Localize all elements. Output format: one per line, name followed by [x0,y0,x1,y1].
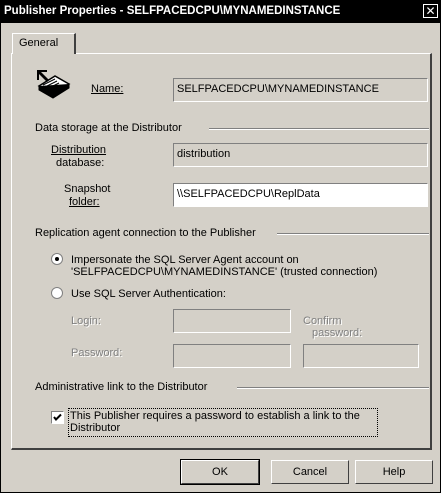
cancel-button[interactable]: Cancel [271,460,349,484]
replication-group-label: Replication agent connection to the Publ… [35,227,256,239]
name-label: Name: [91,83,124,95]
data-storage-group-label: Data storage at the Distributor [35,122,182,134]
confirm-password-input[interactable] [303,344,419,368]
distribution-db-label-2: database: [56,157,105,169]
radio-selected-dot [55,257,59,261]
close-button[interactable]: ✕ [423,4,438,18]
publisher-properties-dialog: Publisher Properties - SELFPACEDCPU\MYNA… [0,0,441,493]
admin-link-divider [237,387,429,389]
impersonate-label-1: Impersonate the SQL Server Agent account… [71,254,299,266]
distribution-db-value: distribution [177,148,231,160]
impersonate-radio[interactable] [51,253,63,265]
password-input[interactable] [173,344,291,368]
login-input[interactable] [173,309,291,333]
publisher-name-value: SELFPACEDCPU\MYNAMEDINSTANCE [177,83,379,95]
tab-general-label: General [19,37,59,49]
publisher-name-field: SELFPACEDCPU\MYNAMEDINSTANCE [173,78,428,102]
snapshot-folder-input[interactable]: \\SELFPACEDCPU\ReplData [173,183,428,207]
admin-link-group-label: Administrative link to the Distributor [35,381,208,393]
confirm-password-label-2: password: [312,327,363,339]
impersonate-label-2: 'SELFPACEDCPU\MYNAMEDINSTANCE' (trusted … [71,266,378,278]
snapshot-folder-value: \\SELFPACEDCPU\ReplData [177,188,320,200]
sql-auth-radio[interactable] [51,287,63,299]
require-password-checkbox[interactable] [51,411,64,424]
snapshot-folder-label-1: Snapshot [64,183,111,195]
distribution-db-label-1: Distribution [51,144,107,156]
snapshot-folder-label-2: folder: [69,196,100,208]
sql-auth-label: Use SQL Server Authentication: [71,288,226,300]
publisher-book-icon [37,70,71,99]
distribution-db-field: distribution [173,143,428,167]
require-password-label-2: Distributor [70,422,121,434]
window-title: Publisher Properties - SELFPACEDCPU\MYNA… [4,5,341,17]
tab-general[interactable]: General [12,33,76,54]
data-storage-divider [209,128,429,130]
help-button[interactable]: Help [355,460,433,484]
checkmark-icon [53,413,62,421]
confirm-password-label-1: Confirm [303,315,342,327]
replication-divider [277,233,429,235]
login-label: Login: [71,315,101,327]
password-label: Password: [71,347,123,359]
ok-button[interactable]: OK [180,459,260,485]
title-bar[interactable]: Publisher Properties - SELFPACEDCPU\MYNA… [1,1,440,23]
require-password-label-1: This Publisher requires a password to es… [70,410,360,422]
